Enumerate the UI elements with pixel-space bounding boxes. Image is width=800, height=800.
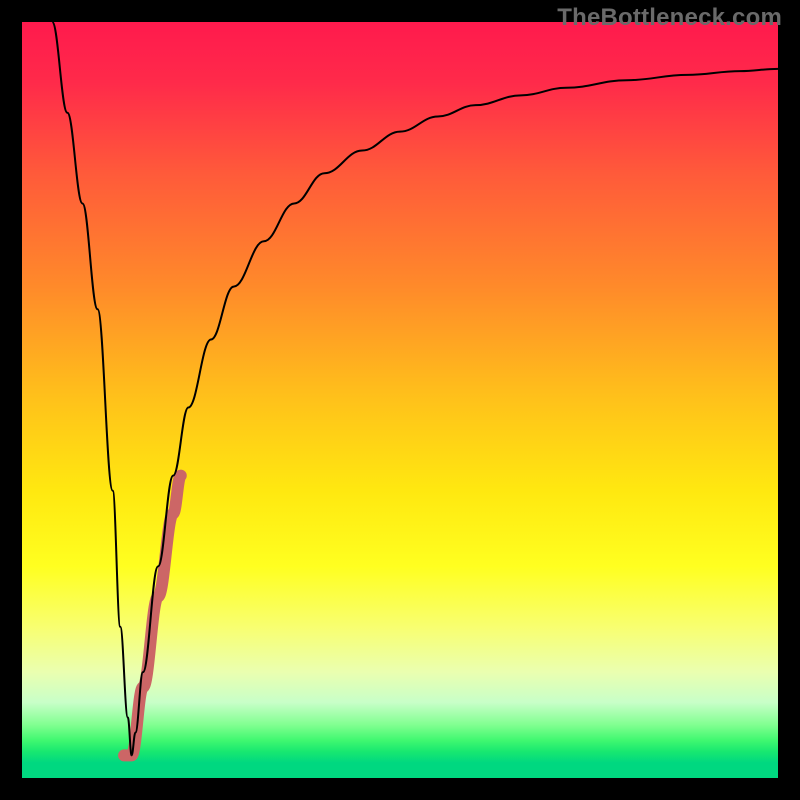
gradient-background <box>22 22 778 778</box>
chart-svg <box>22 22 778 778</box>
chart-frame <box>22 22 778 778</box>
watermark-text: TheBottleneck.com <box>557 4 782 32</box>
